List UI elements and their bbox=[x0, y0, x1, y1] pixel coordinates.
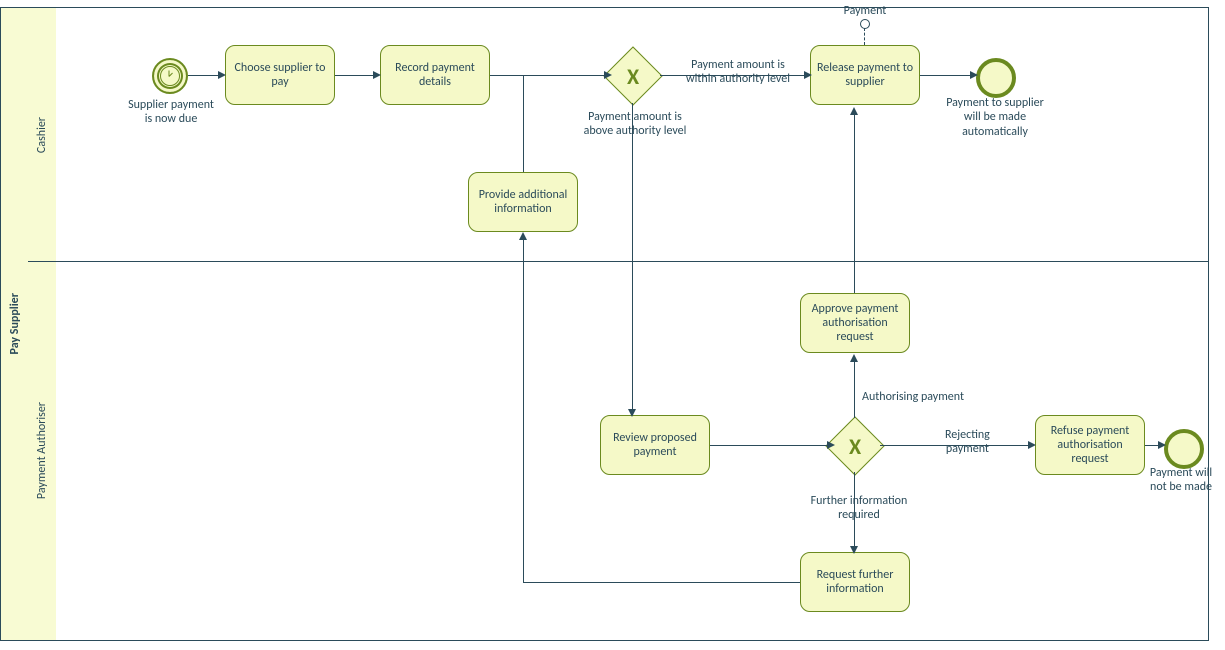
arrowhead bbox=[604, 71, 612, 79]
xor-icon: X bbox=[613, 56, 653, 96]
task-review-payment: Review proposed payment bbox=[600, 415, 710, 475]
arrowhead bbox=[970, 71, 978, 79]
flow bbox=[854, 113, 855, 293]
task-release-payment-label: Release payment to supplier bbox=[815, 61, 915, 89]
arrowhead bbox=[827, 441, 835, 449]
gateway-label-within: Payment amount is within authority level bbox=[678, 58, 798, 87]
task-request-info-label: Request further information bbox=[805, 568, 905, 596]
task-refuse-label: Refuse payment authorisation request bbox=[1040, 424, 1140, 466]
arrowhead bbox=[1028, 441, 1036, 449]
end-event-paid bbox=[976, 58, 1016, 98]
message-label: Payment bbox=[815, 4, 915, 18]
arrowhead bbox=[850, 107, 858, 115]
task-approve-label: Approve payment authorisation request bbox=[805, 302, 905, 344]
task-approve: Approve payment authorisation request bbox=[800, 293, 910, 353]
start-event-label: Supplier payment is now due bbox=[126, 98, 216, 127]
message-flow bbox=[864, 28, 865, 45]
task-provide-info-label: Provide additional information bbox=[473, 188, 573, 216]
flow bbox=[632, 103, 633, 415]
task-request-info: Request further information bbox=[800, 552, 910, 612]
arrowhead bbox=[850, 546, 858, 554]
arrowhead bbox=[218, 71, 226, 79]
flow bbox=[523, 582, 800, 583]
task-refuse: Refuse payment authorisation request bbox=[1035, 415, 1145, 475]
clock-icon bbox=[160, 66, 180, 86]
arrowhead bbox=[519, 232, 527, 240]
flow bbox=[920, 75, 970, 76]
flow bbox=[188, 75, 218, 76]
gateway-label-reject: Rejecting payment bbox=[945, 428, 990, 457]
gateway-label-above: Payment amount is above authority level bbox=[580, 110, 690, 139]
flow bbox=[523, 238, 524, 582]
end-event-refused-label: Payment will not be made bbox=[1136, 466, 1225, 495]
flow bbox=[1145, 445, 1159, 446]
task-record-details: Record payment details bbox=[380, 45, 490, 105]
gateway-label-info: Further information required bbox=[804, 494, 914, 523]
end-event-refused bbox=[1164, 429, 1204, 469]
flow bbox=[710, 445, 827, 446]
flow bbox=[335, 75, 373, 76]
lane-title-cashier: Cashier bbox=[28, 7, 57, 263]
task-record-details-label: Record payment details bbox=[385, 61, 485, 89]
lane-cashier-label: Cashier bbox=[35, 117, 49, 153]
flow bbox=[854, 360, 855, 418]
task-provide-info: Provide additional information bbox=[468, 172, 578, 232]
task-review-payment-label: Review proposed payment bbox=[605, 431, 705, 459]
arrowhead bbox=[1158, 441, 1166, 449]
task-choose-supplier: Choose supplier to pay bbox=[225, 45, 335, 105]
arrowhead bbox=[628, 409, 636, 417]
end-event-paid-label: Payment to supplier will be made automat… bbox=[945, 96, 1045, 139]
arrowhead bbox=[850, 354, 858, 362]
arrowhead bbox=[804, 71, 812, 79]
flow bbox=[490, 75, 604, 76]
flow bbox=[523, 76, 524, 172]
task-choose-supplier-label: Choose supplier to pay bbox=[230, 61, 330, 89]
pool-title: Pay Supplier bbox=[0, 7, 30, 641]
lane-title-authoriser: Payment Authoriser bbox=[28, 261, 57, 641]
message-origin bbox=[860, 19, 870, 29]
arrowhead bbox=[373, 71, 381, 79]
start-event-timer bbox=[152, 58, 188, 94]
xor-icon-2: X bbox=[835, 426, 875, 466]
gateway-label-auth: Authorising payment bbox=[862, 390, 964, 404]
lane-authoriser-label: Payment Authoriser bbox=[35, 402, 49, 499]
pool-title-label: Pay Supplier bbox=[8, 293, 22, 354]
task-release-payment: Release payment to supplier bbox=[810, 45, 920, 105]
bpmn-canvas: Pay Supplier Cashier Payment Authoriser … bbox=[0, 0, 1225, 650]
